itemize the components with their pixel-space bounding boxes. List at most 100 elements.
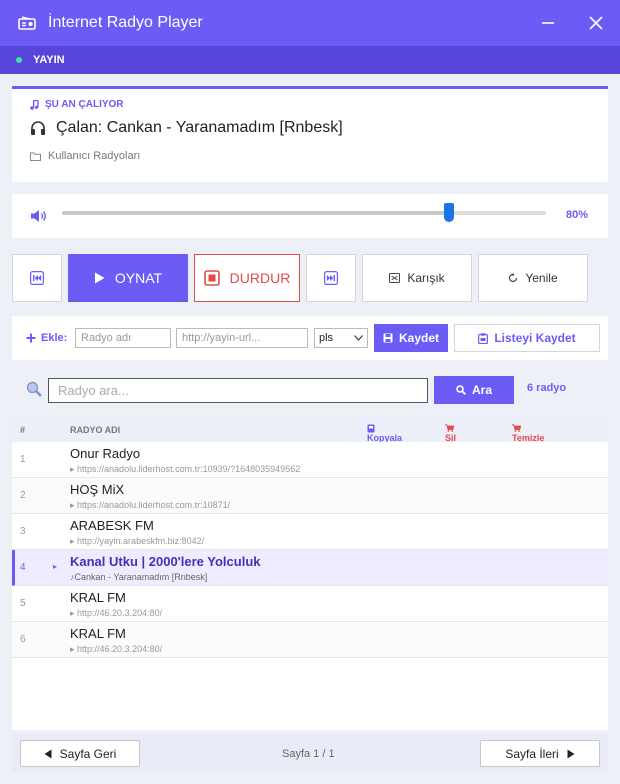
- station-count: 6 radyo: [527, 382, 567, 394]
- next-button[interactable]: [306, 254, 356, 302]
- volume-value: 80%: [565, 209, 588, 221]
- save-list-button[interactable]: Listeyi Kaydet: [454, 324, 600, 352]
- save-button[interactable]: Kaydet: [374, 324, 448, 352]
- add-label-text: Ekle:: [41, 332, 68, 344]
- previous-page-button[interactable]: Sayfa Geri: [20, 740, 140, 767]
- skip-forward-icon: [324, 271, 338, 285]
- station-url: ▸ https://anadolu.liderhost.com.tr:10871…: [70, 500, 231, 510]
- station-row-active[interactable]: 4 ▸ Kanal Utku | 2000'lere Yolculuk ♪Can…: [12, 550, 608, 586]
- now-playing-folder-row: Kullanıcı Radyoları: [30, 150, 140, 162]
- station-name: Onur Radyo: [70, 446, 141, 461]
- play-icon: [94, 272, 105, 284]
- close-button[interactable]: [586, 13, 606, 33]
- pagination-bar: Sayfa Geri Sayfa 1 / 1 Sayfa İleri: [12, 734, 608, 772]
- stop-icon: [203, 270, 220, 286]
- station-name: ARABESK FM: [70, 518, 154, 533]
- play-button-label: OYNAT: [114, 270, 163, 286]
- close-icon: [589, 16, 603, 30]
- format-select-value: pls: [319, 332, 334, 344]
- station-url-text: https://anadolu.liderhost.com.tr:10871/: [77, 500, 231, 510]
- station-row[interactable]: 2 HOŞ MiX ▸ https://anadolu.liderhost.co…: [12, 478, 608, 514]
- folder-icon: [30, 152, 41, 161]
- minimize-icon: [542, 22, 554, 24]
- plus-icon: [26, 333, 36, 343]
- station-row[interactable]: 3 ARABESK FM ▸ http://yayin.arabeskfm.bi…: [12, 514, 608, 550]
- now-playing-track: Çalan: Cankan - Yaranamadım [Rnbesk]: [56, 119, 343, 136]
- station-number: 4: [20, 562, 26, 573]
- station-url: ▸ https://anadolu.liderhost.com.tr:10939…: [70, 464, 301, 474]
- station-number: 3: [20, 526, 26, 537]
- minimize-button[interactable]: [538, 13, 558, 33]
- station-number: 5: [20, 598, 26, 609]
- page-indicator: Sayfa 1 / 1: [282, 748, 335, 760]
- previous-button[interactable]: [12, 254, 62, 302]
- window-title: İnternet Radyo Player: [48, 14, 203, 31]
- column-header-name: RADYO ADI: [70, 425, 121, 435]
- playing-indicator-icon: ▸: [53, 562, 58, 571]
- refresh-icon: [509, 273, 518, 283]
- arrow-left-icon: [44, 749, 52, 758]
- volume-slider-fill: [62, 211, 450, 215]
- cart-icon: [445, 424, 454, 432]
- now-playing-track-row: Çalan: Cankan - Yaranamadım [Rnbesk]: [30, 119, 343, 137]
- station-number: 6: [20, 634, 26, 645]
- status-label: YAYIN: [33, 54, 65, 66]
- volume-panel: 80%: [12, 194, 608, 238]
- clipboard-save-icon: [478, 332, 489, 344]
- shuffle-button[interactable]: Karışık: [362, 254, 472, 302]
- headphones-icon: [31, 121, 45, 135]
- station-url-input[interactable]: http://yayin-url...: [176, 328, 308, 348]
- search-input[interactable]: Radyo ara...: [48, 378, 428, 403]
- status-dot: [16, 57, 22, 63]
- cart-icon: [512, 424, 521, 432]
- station-number: 2: [20, 490, 26, 501]
- station-name: HOŞ MiX: [70, 482, 125, 497]
- delete-button[interactable]: Sil: [445, 424, 456, 443]
- format-select[interactable]: pls: [314, 328, 368, 348]
- station-now-playing: ♪Cankan - Yaranamadım [Rnbesk]: [70, 572, 207, 582]
- music-note-icon: [30, 99, 39, 110]
- chevron-down-icon: [354, 335, 363, 341]
- next-page-button[interactable]: Sayfa İleri: [480, 740, 600, 767]
- station-name: KRAL FM: [70, 626, 126, 641]
- station-name: KRAL FM: [70, 590, 126, 605]
- station-row[interactable]: 6 KRAL FM ▸ http://46.20.3.204:80/: [12, 622, 608, 658]
- refresh-button-label: Yenile: [525, 271, 558, 285]
- station-row[interactable]: 1 Onur Radyo ▸ https://anadolu.liderhost…: [12, 442, 608, 478]
- radio-icon: [18, 16, 36, 30]
- search-icon: [456, 385, 466, 395]
- magnifier-icon: [26, 381, 42, 397]
- search-button[interactable]: Ara: [434, 376, 514, 404]
- now-playing-folder: Kullanıcı Radyoları: [48, 150, 141, 162]
- next-page-label: Sayfa İleri: [505, 746, 559, 761]
- stop-button[interactable]: DURDUR: [194, 254, 300, 302]
- station-url-text: http://46.20.3.204:80/: [77, 608, 163, 618]
- volume-slider-thumb[interactable]: [444, 203, 455, 222]
- volume-slider[interactable]: [62, 203, 546, 222]
- clear-button[interactable]: Temizle: [512, 424, 544, 443]
- station-row[interactable]: 5 KRAL FM ▸ http://46.20.3.204:80/: [12, 586, 608, 622]
- station-name: Kanal Utku | 2000'lere Yolculuk: [70, 554, 261, 569]
- station-url: ▸ http://46.20.3.204:80/: [70, 608, 163, 618]
- search-area-icon-wrap: [26, 381, 42, 402]
- save-button-label: Kaydet: [398, 331, 439, 345]
- volume-icon: [31, 210, 46, 222]
- copy-icon: [367, 424, 375, 433]
- refresh-button[interactable]: Yenile: [478, 254, 588, 302]
- column-header-number: #: [20, 425, 26, 435]
- arrow-right-icon: [567, 749, 575, 758]
- shuffle-button-label: Karışık: [407, 271, 445, 285]
- station-now-playing-text: Cankan - Yaranamadım [Rnbesk]: [74, 572, 208, 582]
- now-playing-header: ŞU AN ÇALIYOR: [30, 99, 124, 110]
- save-icon: [383, 333, 393, 343]
- now-playing-label: ŞU AN ÇALIYOR: [45, 99, 124, 110]
- shuffle-icon: [389, 273, 401, 283]
- station-name-input[interactable]: Radyo adı: [75, 328, 171, 348]
- play-button[interactable]: OYNAT: [68, 254, 188, 302]
- add-station-panel: Ekle: Radyo adı http://yayin-url... pls …: [12, 316, 608, 360]
- copy-button[interactable]: Kopyala: [367, 424, 402, 443]
- station-list: # RADYO ADI Kopyala Sil Temizle 1 Onur R…: [12, 416, 608, 730]
- list-header: # RADYO ADI Kopyala Sil Temizle: [12, 416, 608, 443]
- station-url-text: https://anadolu.liderhost.com.tr:10939/?…: [77, 464, 301, 474]
- save-list-button-label: Listeyi Kaydet: [494, 331, 576, 345]
